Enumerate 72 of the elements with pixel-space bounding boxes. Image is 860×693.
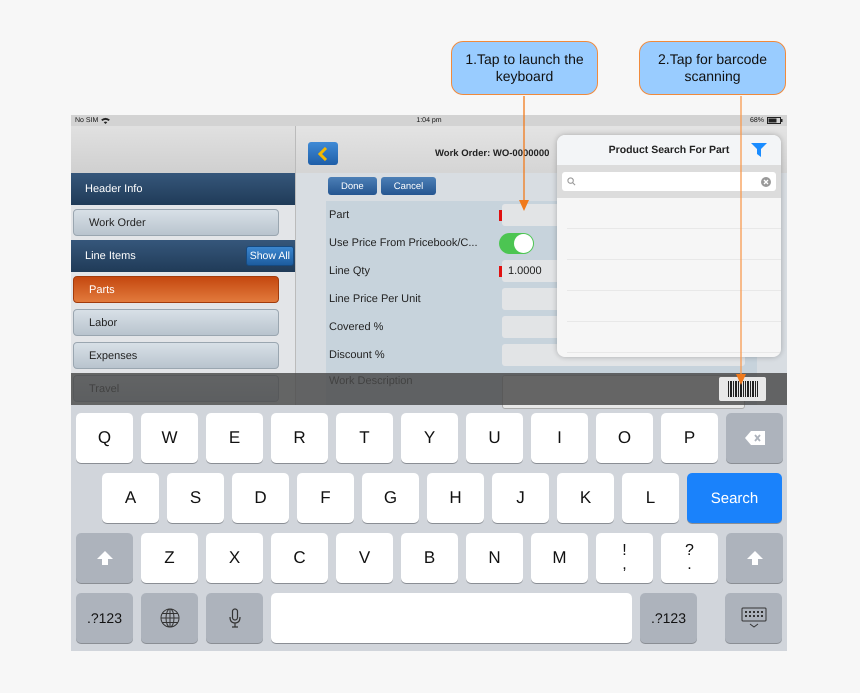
field-label: Part <box>329 209 350 221</box>
key[interactable]: U <box>466 413 523 463</box>
sidebar-item[interactable]: Parts <box>73 276 279 303</box>
backspace-key[interactable] <box>726 413 783 463</box>
clear-icon[interactable] <box>761 176 771 186</box>
wifi-icon <box>101 117 110 124</box>
key[interactable]: D <box>232 473 289 523</box>
up-arrow-icon <box>96 551 112 565</box>
field-label: Covered % <box>329 321 384 333</box>
key[interactable]: V <box>336 533 393 583</box>
key[interactable]: Z <box>141 533 198 583</box>
key[interactable]: I <box>531 413 588 463</box>
callout: 2.Tap for barcode scanning <box>639 41 786 95</box>
numbers-key[interactable]: .?123 <box>640 593 697 643</box>
key[interactable]: R <box>271 413 328 463</box>
numbers-key[interactable]: .?123 <box>76 593 133 643</box>
key[interactable]: ? . <box>661 533 718 583</box>
keyboard-icon <box>740 607 766 629</box>
sidebar-item[interactable]: Labor <box>73 309 279 336</box>
shift-key[interactable] <box>76 533 133 583</box>
field-label: Use Price From Pricebook/C... <box>329 237 479 249</box>
key[interactable]: X <box>206 533 263 583</box>
key[interactable]: K <box>557 473 614 523</box>
barcode-scan-button[interactable] <box>719 377 766 401</box>
field-label: Discount % <box>329 349 386 361</box>
key[interactable]: M <box>531 533 588 583</box>
key[interactable]: W <box>141 413 198 463</box>
toggle-switch[interactable] <box>499 232 534 254</box>
key[interactable]: S <box>167 473 224 523</box>
search-key[interactable]: Search <box>687 473 782 523</box>
form-button[interactable]: Cancel <box>380 177 436 195</box>
key[interactable]: P <box>661 413 718 463</box>
key[interactable]: L <box>622 473 679 523</box>
key[interactable]: C <box>271 533 328 583</box>
key[interactable]: A <box>102 473 159 523</box>
form-button[interactable]: Done <box>328 177 377 195</box>
field-label: Line Qty <box>329 265 371 277</box>
sidebar-item[interactable]: Work Order <box>73 209 279 236</box>
barcode-icon <box>728 381 758 397</box>
key[interactable]: H <box>427 473 484 523</box>
filter-icon[interactable] <box>751 143 767 157</box>
globe-icon <box>160 608 180 628</box>
battery-icon <box>766 117 783 124</box>
microphone-icon <box>228 608 240 628</box>
shift-key[interactable] <box>726 533 783 583</box>
up-arrow-icon <box>746 551 762 565</box>
key[interactable]: E <box>206 413 263 463</box>
backspace-icon <box>744 431 764 445</box>
key[interactable]: J <box>492 473 549 523</box>
popover-title: Product Search For Part <box>608 144 730 156</box>
search-icon <box>567 177 576 186</box>
key[interactable]: ! , <box>596 533 653 583</box>
section-title: Header Info <box>85 183 142 195</box>
key[interactable]: T <box>336 413 393 463</box>
show-all-button[interactable]: Show All <box>246 246 294 266</box>
search-field[interactable] <box>562 172 776 191</box>
key[interactable]: Y <box>401 413 458 463</box>
sidebar-item[interactable]: Expenses <box>73 342 279 369</box>
key[interactable]: Q <box>76 413 133 463</box>
chevron-left-icon <box>318 146 328 160</box>
hide-keyboard-key[interactable] <box>725 593 782 643</box>
field-label: Line Price Per Unit <box>329 293 422 305</box>
back-button[interactable] <box>308 142 338 165</box>
key[interactable]: G <box>362 473 419 523</box>
key[interactable]: N <box>466 533 523 583</box>
microphone-key[interactable] <box>206 593 263 643</box>
globe-key[interactable] <box>141 593 198 643</box>
callout: 1.Tap to launch the keyboard <box>451 41 598 95</box>
key[interactable]: B <box>401 533 458 583</box>
section-title: Line Items <box>85 250 136 262</box>
key[interactable]: F <box>297 473 354 523</box>
key[interactable]: O <box>596 413 653 463</box>
